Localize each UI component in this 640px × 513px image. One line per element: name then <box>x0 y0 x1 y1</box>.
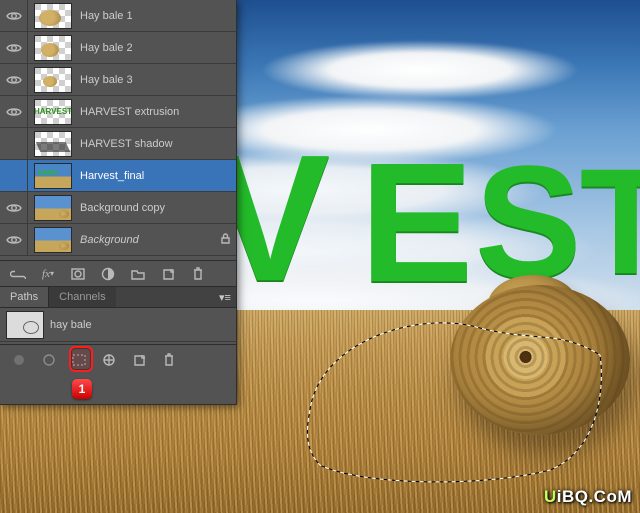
letter-e: E <box>360 125 473 321</box>
letter-t: T <box>580 135 640 308</box>
layer-thumbnail[interactable] <box>34 227 72 253</box>
layer-thumbnail[interactable] <box>34 131 72 157</box>
new-layer-button[interactable] <box>160 266 176 282</box>
visibility-toggle[interactable] <box>0 192 28 223</box>
paths-panel[interactable]: hay bale <box>0 308 236 344</box>
layer-row-hay-bale-2[interactable]: Hay bale 2 <box>0 32 236 64</box>
eye-icon <box>6 106 22 118</box>
layer-thumbnail[interactable]: HARVEST <box>34 99 72 125</box>
layer-name[interactable]: HARVEST extrusion <box>76 106 236 118</box>
delete-layer-button[interactable] <box>190 266 206 282</box>
paths-footer: 1 <box>0 344 236 374</box>
layer-thumbnail[interactable] <box>34 35 72 61</box>
eye-icon <box>6 74 22 86</box>
new-group-button[interactable] <box>130 266 146 282</box>
visibility-toggle[interactable] <box>0 64 28 95</box>
visibility-toggle[interactable] <box>0 224 28 255</box>
layer-row-harvest-extrusion[interactable]: HARVEST HARVEST extrusion <box>0 96 236 128</box>
layer-row-harvest-shadow[interactable]: HARVEST shadow <box>0 128 236 160</box>
layer-name[interactable]: HARVEST shadow <box>76 138 236 150</box>
visibility-toggle[interactable] <box>0 160 28 191</box>
layer-name[interactable]: Background copy <box>76 202 236 214</box>
adjustment-layer-button[interactable] <box>100 266 116 282</box>
layer-name[interactable]: Hay bale 1 <box>76 10 236 22</box>
layer-row-hay-bale-1[interactable]: Hay bale 1 <box>0 0 236 32</box>
visibility-toggle[interactable] <box>0 96 28 127</box>
tab-channels[interactable]: Channels <box>49 287 115 307</box>
tab-paths[interactable]: Paths <box>0 287 49 307</box>
layer-thumbnail[interactable]: HARV <box>34 163 72 189</box>
layer-name[interactable]: Hay bale 3 <box>76 74 236 86</box>
callout-highlight <box>69 346 93 372</box>
layer-thumbnail[interactable] <box>34 3 72 29</box>
path-row-hay-bale[interactable]: hay bale <box>0 308 236 342</box>
visibility-toggle[interactable] <box>0 128 28 159</box>
panel-tabs: Paths Channels ▾≡ <box>0 286 236 308</box>
layer-name[interactable]: Background <box>76 234 220 246</box>
path-thumbnail[interactable] <box>6 311 44 339</box>
layer-name[interactable]: Hay bale 2 <box>76 42 236 54</box>
cloud <box>260 40 580 100</box>
lock-icon[interactable] <box>220 232 236 247</box>
delete-path-button[interactable] <box>160 351 178 369</box>
hay-bale-front <box>450 285 630 435</box>
panels: Hay bale 1 Hay bale 2 <box>0 0 237 405</box>
selection-to-path-button[interactable] <box>100 351 118 369</box>
eye-icon <box>6 202 22 214</box>
layer-row-harvest-final[interactable]: HARV Harvest_final <box>0 160 236 192</box>
fx-button[interactable]: fx▾ <box>40 266 56 282</box>
layers-footer: fx▾ <box>0 260 236 286</box>
visibility-toggle[interactable] <box>0 0 28 31</box>
layer-thumbnail[interactable] <box>34 195 72 221</box>
visibility-toggle[interactable] <box>0 32 28 63</box>
layer-name[interactable]: Harvest_final <box>76 170 236 182</box>
layer-row-background[interactable]: Background <box>0 224 236 256</box>
layer-thumbnail[interactable] <box>34 67 72 93</box>
new-path-button[interactable] <box>130 351 148 369</box>
watermark: UiBQ.CoM <box>544 487 632 507</box>
panel-menu-button[interactable]: ▾≡ <box>214 291 236 304</box>
path-name[interactable]: hay bale <box>50 319 92 331</box>
layer-row-background-copy[interactable]: Background copy <box>0 192 236 224</box>
fill-path-button[interactable] <box>10 351 28 369</box>
layer-row-hay-bale-3[interactable]: Hay bale 3 <box>0 64 236 96</box>
layers-panel[interactable]: Hay bale 1 Hay bale 2 <box>0 0 236 260</box>
add-mask-button[interactable] <box>70 266 86 282</box>
callout-badge: 1 <box>72 379 92 399</box>
eye-icon <box>6 10 22 22</box>
stroke-path-button[interactable] <box>40 351 58 369</box>
link-layers-button[interactable] <box>10 266 26 282</box>
eye-icon <box>6 42 22 54</box>
eye-icon <box>6 234 22 246</box>
